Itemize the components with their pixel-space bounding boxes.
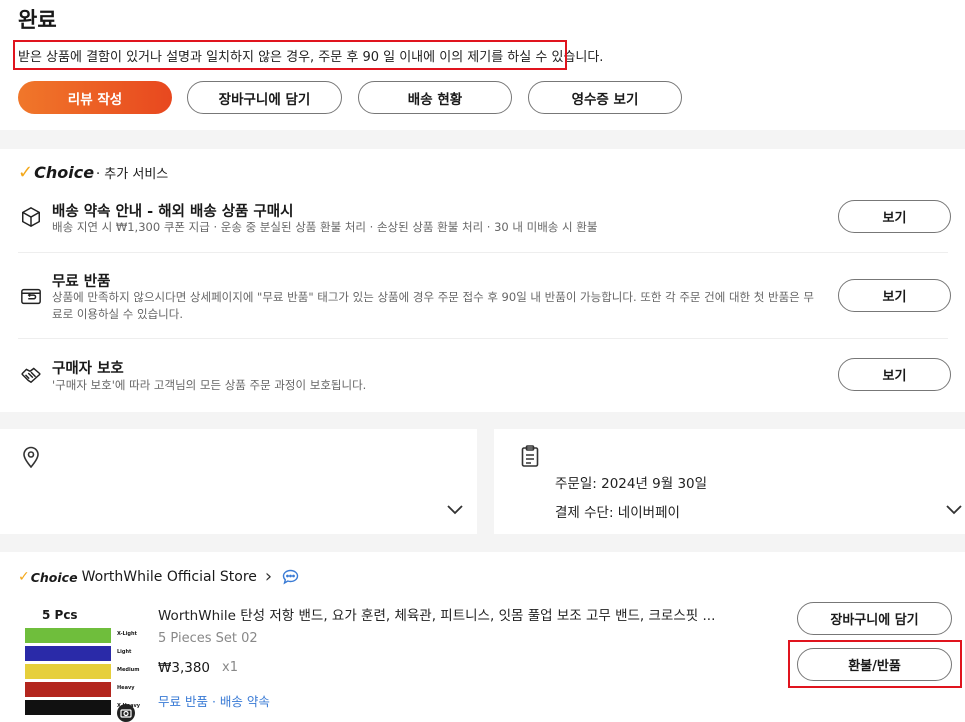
choice-check-icon: ✓ xyxy=(18,569,30,585)
view-buyer-protection-button[interactable]: 보기 xyxy=(838,358,951,391)
service-description: '구매자 보호'에 따라 고객님의 모든 상품 주문 과정이 보호됩니다. xyxy=(52,378,367,392)
order-date: 주문일: 2024년 9월 30일 xyxy=(555,476,708,492)
location-pin-icon xyxy=(23,446,39,468)
shipping-status-button[interactable]: 배송 현황 xyxy=(358,81,512,114)
camera-icon[interactable] xyxy=(117,704,135,722)
chat-icon[interactable] xyxy=(282,569,299,585)
band-row: Medium xyxy=(22,664,142,681)
divider xyxy=(18,252,948,253)
highlight-box-notice xyxy=(13,40,567,70)
product-title[interactable]: WorthWhile 탄성 저항 밴드, 요가 훈련, 체육관, 피트니스, 잇… xyxy=(158,604,768,624)
product-tags: 무료 반품 · 배송 약속 xyxy=(158,694,270,709)
chevron-down-icon[interactable] xyxy=(446,504,464,516)
service-title: 무료 반품 xyxy=(52,274,111,290)
band-swatch xyxy=(25,646,111,661)
add-to-cart-button[interactable]: 장바구니에 담기 xyxy=(187,81,342,114)
band-swatch xyxy=(25,682,111,697)
product-sku: 5 Pieces Set 02 xyxy=(158,631,258,646)
band-row: X-Light xyxy=(22,628,142,645)
band-label: X-Light xyxy=(117,631,137,637)
choice-check-icon: ✓ xyxy=(18,162,34,183)
band-label: Light xyxy=(117,649,132,655)
band-row: Light xyxy=(22,646,142,663)
package-icon xyxy=(22,206,40,228)
service-title: 구매자 보호 xyxy=(52,361,124,377)
divider xyxy=(18,338,948,339)
page-title: 완료 xyxy=(18,8,57,32)
order-info-card: 주문일: 2024년 9월 30일 결제 수단: 네이버페이 xyxy=(494,429,965,534)
product-thumbnail[interactable]: 5 Pcs X-Light Light Medium Heavy xyxy=(22,605,142,722)
band-swatch xyxy=(25,664,111,679)
choice-logo: Choice xyxy=(34,163,95,182)
choice-subtitle: · 추가 서비스 xyxy=(96,167,169,182)
service-title: 배송 약속 안내 - 해외 배송 상품 구매시 xyxy=(52,204,294,220)
chevron-right-icon[interactable]: › xyxy=(265,568,272,586)
band-swatch xyxy=(25,700,111,715)
service-description: 상품에 만족하지 않으시다면 상세페이지에 "무료 반품" 태그가 있는 상품에… xyxy=(52,290,814,321)
store-name[interactable]: WorthWhile Official Store xyxy=(82,569,257,585)
choice-services-panel: ✓ Choice · 추가 서비스 배송 약속 안내 - 해외 배송 상품 구매… xyxy=(0,149,965,412)
view-receipt-button[interactable]: 영수증 보기 xyxy=(528,81,682,114)
service-description: 배송 지연 시 ₩1,300 쿠폰 지급 · 운송 중 분실된 상품 환불 처리… xyxy=(52,220,598,234)
choice-logo: Choice xyxy=(30,569,78,585)
chevron-down-icon[interactable] xyxy=(945,504,963,516)
payment-method: 결제 수단: 네이버페이 xyxy=(555,505,680,521)
band-label: Medium xyxy=(117,667,140,673)
clipboard-icon xyxy=(521,445,539,467)
shipping-address-card xyxy=(0,429,477,534)
band-row: Heavy xyxy=(22,682,142,699)
store-section: ✓ Choice WorthWhile Official Store › 5 P… xyxy=(0,552,965,722)
write-review-button[interactable]: 리뷰 작성 xyxy=(18,81,172,114)
band-label: Heavy xyxy=(117,685,135,691)
choice-header: ✓ Choice · 추가 서비스 xyxy=(18,162,168,183)
band-swatch xyxy=(25,628,111,643)
product-add-to-cart-button[interactable]: 장바구니에 담기 xyxy=(797,602,952,635)
store-header[interactable]: ✓ Choice WorthWhile Official Store › xyxy=(18,568,299,586)
order-detail-page: 완료 받은 상품에 결함이 있거나 설명과 일치하지 않은 경우, 주문 후 9… xyxy=(0,0,965,722)
return-box-icon xyxy=(21,288,41,305)
thumbnail-label: 5 Pcs xyxy=(42,608,78,622)
completion-section: 완료 받은 상품에 결함이 있거나 설명과 일치하지 않은 경우, 주문 후 9… xyxy=(0,0,965,130)
product-quantity: x1 xyxy=(222,660,238,675)
highlight-box-refund xyxy=(788,640,962,688)
view-delivery-promise-button[interactable]: 보기 xyxy=(838,200,951,233)
view-free-return-button[interactable]: 보기 xyxy=(838,279,951,312)
product-price: ₩3,380 xyxy=(158,660,210,676)
handshake-icon xyxy=(21,367,41,384)
